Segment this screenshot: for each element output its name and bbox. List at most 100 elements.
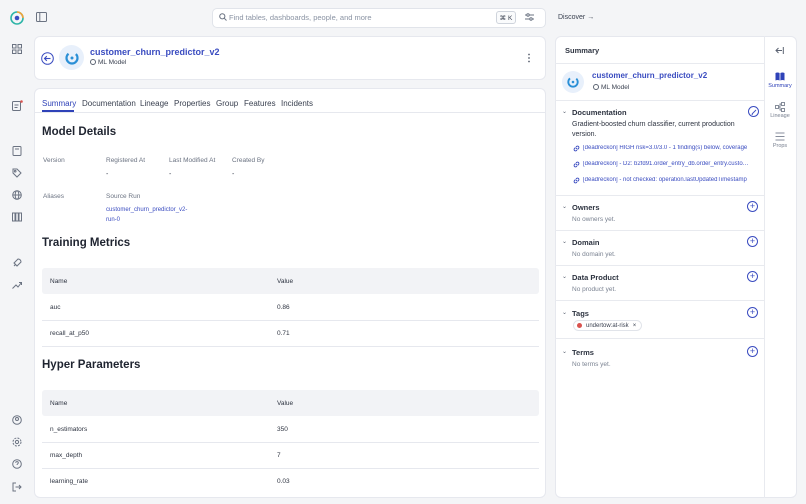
summary-book-icon[interactable] [775,72,785,81]
documentation-link[interactable]: [deadreckon] - D2: b2fd91.order_entry_db… [573,161,751,167]
sidebar-toggle-icon[interactable] [36,12,47,22]
tag-icon[interactable] [10,166,24,180]
tab-features[interactable]: Features [244,99,276,108]
chevron-down-icon[interactable]: ⌄ [562,108,567,115]
tab-group[interactable]: Group [216,99,238,108]
panel-divider [555,300,764,301]
asset-type: ML Model [90,59,126,66]
grid-icon[interactable] [10,42,24,56]
book-icon[interactable] [10,144,24,158]
chevron-down-icon[interactable]: ⌄ [562,238,567,245]
side-tab-lineage[interactable]: Lineage [765,113,795,119]
search-icon [219,13,227,21]
asset-title[interactable]: customer_churn_predictor_v2 [90,47,220,57]
documentation-link[interactable]: [deadreckon] - not checked: operation.la… [573,177,751,183]
chevron-down-icon[interactable]: ⌄ [562,203,567,210]
terms-heading: Terms [572,348,594,357]
hyper-parameters-heading: Hyper Parameters [42,359,141,371]
app-logo-icon[interactable] [10,11,24,25]
chevron-down-icon[interactable]: ⌄ [562,309,567,316]
side-tab-props[interactable]: Props [765,143,795,149]
table-row-divider [42,468,539,469]
registered-at-value: - [169,171,172,178]
add-tag-button[interactable]: + [747,307,758,318]
rocket-icon[interactable] [10,256,24,270]
panel-divider [555,100,764,101]
metric-name: recall_at_p50 [50,330,90,337]
documentation-link[interactable]: [deadreckon] HIGH risk=3.0/3.0 - 1 findi… [573,145,751,151]
owners-heading: Owners [572,203,600,212]
chevron-down-icon[interactable]: ⌄ [562,348,567,355]
add-owner-button[interactable]: + [747,201,758,212]
settings-icon[interactable] [10,435,24,449]
globe-icon[interactable] [10,188,24,202]
close-panel-icon[interactable] [775,46,784,55]
more-options-icon[interactable] [527,53,531,63]
search-placeholder: Find tables, dashboards, people, and mor… [229,13,372,22]
table-row-divider [42,320,539,321]
param-name: learning_rate [50,478,88,485]
panel-divider [555,265,764,266]
column-header-value: Value [277,278,294,285]
asset-type-label: ML Model [98,59,127,66]
left-nav-rail [0,0,34,504]
columns-icon[interactable] [10,210,24,224]
ml-model-icon [59,45,84,70]
add-data-product-button[interactable]: + [747,271,758,282]
param-value: 350 [277,426,288,433]
metric-value: 0.86 [277,304,290,311]
registered-at-label: Registered At [106,157,146,164]
logout-icon[interactable] [10,480,24,494]
user-circle-icon[interactable] [10,413,24,427]
help-icon[interactable] [10,457,24,471]
tab-incidents[interactable]: Incidents [281,99,313,108]
side-tabs-divider [764,36,765,498]
add-term-button[interactable]: + [747,346,758,357]
tabs-divider [34,112,546,113]
column-header-value: Value [277,400,294,407]
aliases-label: Aliases [43,193,64,200]
add-domain-button[interactable]: + [747,236,758,247]
remove-tag-icon[interactable]: × [633,323,637,329]
data-product-empty-text: No product yet. [572,286,617,293]
tag-chip[interactable]: undertow:at-risk × [573,320,643,331]
metric-name: auc [50,304,61,311]
tab-lineage[interactable]: Lineage [140,99,168,108]
summary-side-panel [555,36,797,498]
source-run-label: Source Run [106,193,141,200]
properties-icon[interactable] [775,132,785,141]
lineage-icon[interactable] [775,102,785,112]
panel-asset-type: ML Model [593,84,629,91]
tasks-icon[interactable] [10,98,24,112]
panel-asset-title[interactable]: customer_churn_predictor_v2 [592,71,707,80]
panel-asset-type-label: ML Model [601,84,630,91]
param-value: 0.03 [277,478,290,485]
tab-properties[interactable]: Properties [174,99,210,108]
created-by-label: Created By [232,157,265,164]
param-value: 7 [277,452,281,459]
back-button[interactable] [41,52,54,65]
discover-link[interactable]: Discover → [558,14,594,21]
source-run-line1: customer_churn_predictor_v2- [106,207,188,213]
discover-label: Discover [558,14,586,21]
last-modified-label: Last Modified At [169,157,216,164]
table-row-divider [42,442,539,443]
trend-icon[interactable] [10,278,24,292]
tab-documentation[interactable]: Documentation [82,99,136,108]
documentation-text: Gradient-boosted churn classifier, curre… [572,120,735,140]
documentation-heading: Documentation [572,108,627,117]
ml-model-small-icon [90,59,96,65]
chevron-down-icon[interactable]: ⌄ [562,273,567,280]
panel-divider [555,195,764,196]
source-run-link[interactable]: customer_churn_predictor_v2- run-0 [106,206,187,225]
documentation-text-line1: Gradient-boosted churn classifier, curre… [572,121,735,128]
training-metrics-heading: Training Metrics [42,237,131,249]
filter-icon[interactable] [525,13,534,21]
column-header-name: Name [50,278,68,285]
last-modified-value: - [232,171,235,178]
tab-summary[interactable]: Summary [42,99,76,108]
side-tab-summary[interactable]: Summary [765,83,795,89]
domain-empty-text: No domain yet. [572,251,616,258]
edit-documentation-icon[interactable] [748,106,759,117]
param-name: max_depth [50,452,83,459]
